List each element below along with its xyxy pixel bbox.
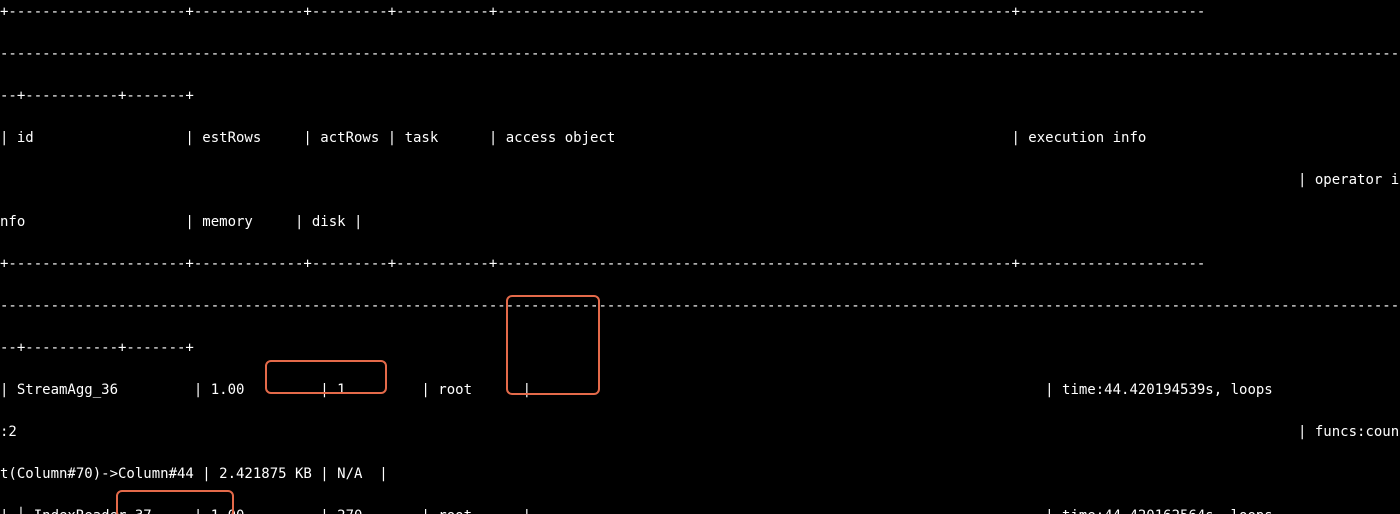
separator-line: --+-----------+-------+ [0,338,1400,359]
separator-line: ----------------------------------------… [0,44,1400,65]
query-plan-table: +---------------------+-------------+---… [0,2,1400,514]
separator-line: +---------------------+-------------+---… [0,2,1400,23]
table-row-wrap: :2 | funcs:coun [0,422,1400,443]
separator-line: --+-----------+-------+ [0,86,1400,107]
terminal-output: +---------------------+-------------+---… [0,0,1400,514]
header-row: | id | estRows | actRows | task | access… [0,128,1400,149]
header-row-wrap: | operator i [0,170,1400,191]
table-row: | StreamAgg_36 | 1.00 | 1 | root | | tim… [0,380,1400,401]
separator-line: +---------------------+-------------+---… [0,254,1400,275]
header-row-wrap: nfo | memory | disk | [0,212,1400,233]
table-row: | └─IndexReader_37 | 1.00 | 270 | root |… [0,506,1400,514]
table-row-wrap: t(Column#70)->Column#44 | 2.421875 KB | … [0,464,1400,485]
separator-line: ----------------------------------------… [0,296,1400,317]
